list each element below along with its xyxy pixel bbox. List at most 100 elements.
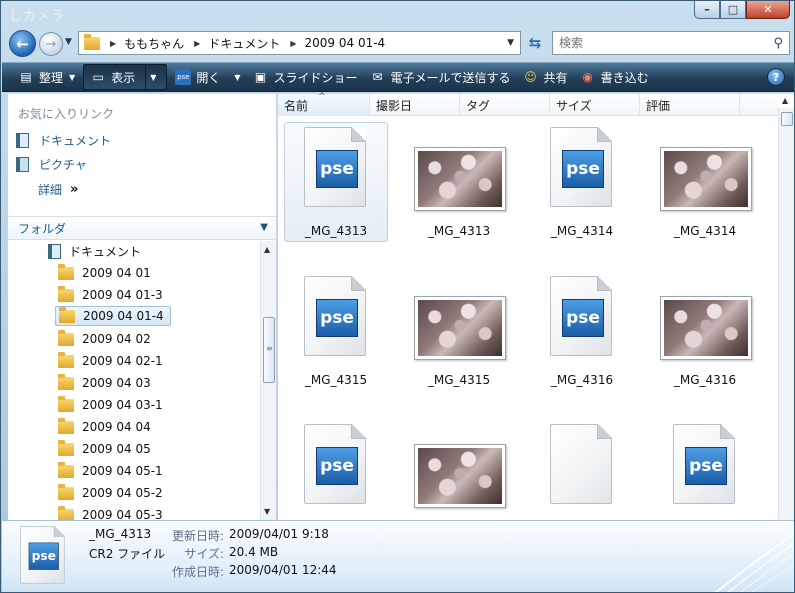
breadcrumb-chevron-icon[interactable]: ▶ — [110, 39, 116, 48]
search-box[interactable]: ⚲ — [552, 31, 790, 55]
documents-icon — [48, 243, 61, 259]
pse-file-icon: pse — [550, 276, 612, 356]
breadcrumb-chevron-icon[interactable]: ▶ — [290, 39, 296, 48]
arrow-left-icon: ← — [16, 34, 29, 53]
column-header-date-taken[interactable]: 撮影日 — [370, 94, 460, 116]
file-name: _MG_4316 — [673, 373, 737, 387]
decorative-swoosh — [714, 532, 794, 592]
scrollbar-thumb[interactable]: ≡ — [263, 317, 275, 383]
file-list-scrollbar[interactable]: ▲ — [778, 96, 794, 520]
more-links[interactable]: 詳細 » — [38, 181, 78, 198]
tree-item[interactable]: 2009 04 03-1 — [58, 395, 163, 415]
open-label: 開く — [196, 70, 221, 85]
column-header-name[interactable]: 名前 ^ — [278, 92, 370, 116]
breadcrumb-documents[interactable]: ドキュメント — [208, 35, 280, 52]
tree-item[interactable]: 2009 04 04 — [58, 417, 151, 437]
tree-item-documents[interactable]: ドキュメント — [48, 241, 141, 261]
detail-created-value: 2009/04/01 12:44 — [229, 563, 337, 577]
file-list-pane: 名前 ^ 撮影日 タグ サイズ 評価 pse _MG_4313 _MG_4313… — [278, 92, 794, 520]
share-button[interactable]: ☺ 共有 — [517, 64, 574, 90]
column-header-size[interactable]: サイズ — [550, 94, 640, 116]
column-header-tags[interactable]: タグ — [460, 94, 550, 116]
file-name: _MG_4316 — [550, 373, 614, 387]
file-tile[interactable]: pse — [281, 416, 401, 520]
folders-header[interactable]: フォルダ ▼ — [8, 216, 276, 240]
folder-tree-scrollbar[interactable]: ▲ ≡ ▼ — [260, 241, 276, 520]
folder-icon — [58, 439, 74, 456]
maximize-button[interactable]: □ — [720, 1, 746, 19]
folder-icon — [58, 373, 74, 390]
window-controls: – □ ✕ — [694, 1, 790, 19]
file-tile[interactable]: pse — [650, 416, 770, 520]
tree-item[interactable]: 2009 04 05-2 — [58, 483, 163, 503]
chevron-down-icon[interactable]: ▼ — [234, 73, 240, 82]
address-dropdown-icon[interactable]: ▼ — [507, 38, 514, 48]
search-input[interactable] — [559, 36, 759, 50]
tree-item[interactable]: 2009 04 05-3 — [58, 505, 163, 520]
slideshow-button[interactable]: ▣ スライドショー — [247, 64, 364, 90]
file-tile[interactable] — [527, 416, 647, 520]
views-button[interactable]: ▭ 表示 ▼ — [83, 64, 168, 90]
file-tile[interactable]: pse _MG_4314 — [527, 119, 647, 259]
file-tile[interactable]: pse _MG_4315 — [281, 268, 401, 408]
scrollbar-thumb[interactable] — [781, 112, 793, 126]
recent-pages-dropdown[interactable]: ▼ — [65, 37, 72, 47]
scroll-down-icon[interactable]: ▼ — [264, 507, 270, 516]
favorite-link-pictures[interactable]: ピクチャ — [16, 156, 87, 173]
folders-header-label: フォルダ — [18, 221, 67, 236]
help-button[interactable]: ? — [767, 68, 785, 86]
tree-item[interactable]: 2009 04 05-1 — [58, 461, 163, 481]
column-header-rating[interactable]: 評価 — [640, 94, 740, 116]
address-bar[interactable]: ▶ ももちゃん ▶ ドキュメント ▶ 2009 04 01-4 ▼ — [78, 31, 521, 55]
file-tile[interactable]: _MG_4314 — [650, 119, 770, 259]
breadcrumb-user[interactable]: ももちゃん — [124, 35, 184, 52]
tree-item[interactable]: 2009 04 03 — [58, 373, 151, 393]
pse-badge: pse — [28, 542, 59, 570]
chevron-down-icon: ▼ — [260, 222, 268, 233]
title-bar[interactable]: しカメラ – □ ✕ — [1, 1, 794, 27]
share-icon: ☺ — [524, 70, 537, 84]
file-tile-selected[interactable]: pse _MG_4313 — [281, 119, 401, 259]
close-button[interactable]: ✕ — [746, 1, 790, 19]
breadcrumb-chevron-icon[interactable]: ▶ — [194, 39, 200, 48]
search-icon[interactable]: ⚲ — [773, 36, 783, 51]
open-button[interactable]: pse 開く ▼ — [169, 64, 246, 90]
tree-item[interactable]: 2009 04 02-1 — [58, 351, 163, 371]
pse-file-icon: pse — [673, 424, 735, 504]
views-dropdown-arrow[interactable]: ▼ — [145, 65, 160, 89]
double-chevron-icon: » — [70, 182, 79, 197]
file-tile[interactable] — [404, 416, 524, 520]
scroll-up-icon[interactable]: ▲ — [264, 245, 270, 254]
minimize-button[interactable]: – — [694, 1, 720, 19]
tree-item[interactable]: 2009 04 05 — [58, 439, 151, 459]
organize-button[interactable]: ▤ 整理 ▼ — [12, 64, 81, 90]
email-button[interactable]: ✉ 電子メールで送信する — [364, 64, 517, 90]
file-tile[interactable]: pse _MG_4316 — [527, 268, 647, 408]
pictures-icon — [16, 157, 29, 172]
tree-item[interactable]: 2009 04 01-3 — [58, 285, 163, 305]
photo-thumbnail — [414, 296, 506, 360]
file-tile[interactable]: _MG_4316 — [650, 268, 770, 408]
pse-badge: pse — [562, 299, 604, 337]
folder-icon — [58, 285, 74, 302]
tree-item[interactable]: 2009 04 01 — [58, 263, 151, 283]
file-tile[interactable]: _MG_4313 — [404, 119, 524, 259]
tree-item-label: 2009 04 05-3 — [82, 508, 163, 520]
breadcrumb-current-folder[interactable]: 2009 04 01-4 — [305, 36, 386, 50]
favorite-link-documents[interactable]: ドキュメント — [16, 132, 111, 149]
refresh-button[interactable]: ⇆ — [523, 32, 547, 54]
arrow-right-icon: → — [45, 36, 57, 52]
folder-icon — [58, 395, 74, 412]
pse-app-icon: pse — [175, 69, 192, 85]
pse-badge: pse — [316, 447, 358, 485]
burn-button[interactable]: ◉ 書き込む — [574, 64, 655, 90]
tree-item[interactable]: 2009 04 02 — [58, 329, 151, 349]
tree-item-selected[interactable]: 2009 04 01-4 — [55, 306, 171, 326]
scroll-up-icon[interactable]: ▲ — [782, 96, 788, 105]
forward-button[interactable]: → — [39, 32, 63, 56]
detail-file-name: _MG_4313 — [89, 527, 152, 541]
back-button[interactable]: ← — [9, 30, 36, 57]
file-tile[interactable]: _MG_4315 — [404, 268, 524, 408]
tree-item-label: 2009 04 02-1 — [82, 354, 163, 368]
tree-item-label: 2009 04 05-2 — [82, 486, 163, 500]
